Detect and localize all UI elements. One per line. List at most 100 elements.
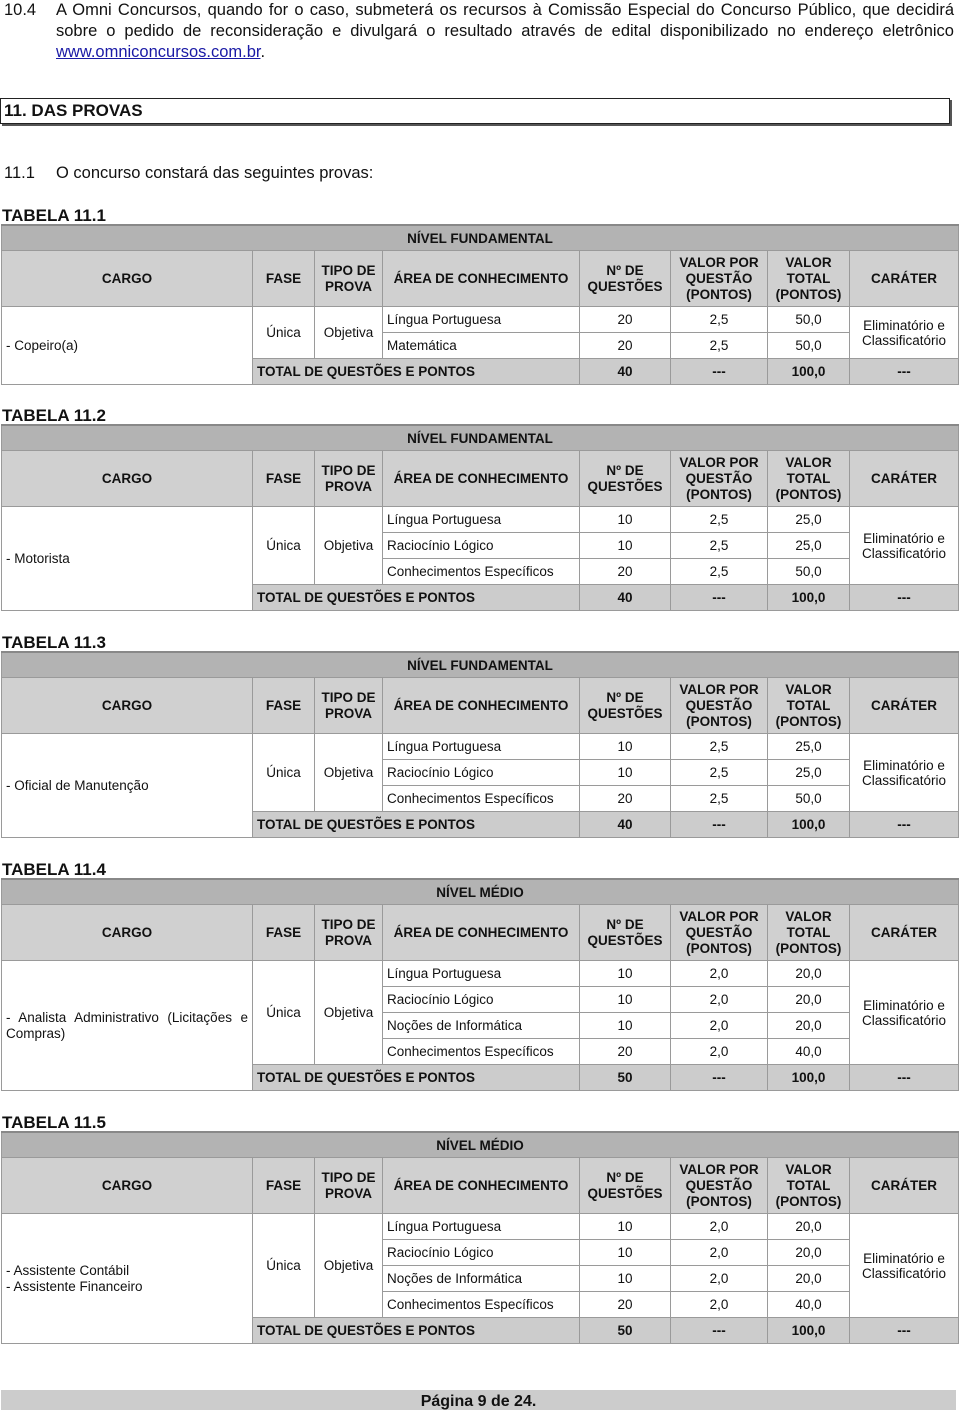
header-carater: CARÁTER (848, 904, 960, 961)
num-questoes-cell: 10 (579, 986, 671, 1013)
carater-cell: Eliminatório e Classificatório (849, 733, 959, 812)
valor-por-questao-cell: 2,5 (670, 558, 768, 585)
area-cell: Língua Portuguesa (382, 506, 580, 533)
table-title: TABELA 11.1 (2, 206, 106, 225)
valor-total-cell: 20,0 (767, 960, 850, 987)
paragraph-text: A Omni Concursos, quando for o caso, sub… (56, 0, 954, 63)
valor-total-cell: 25,0 (767, 506, 850, 533)
cargo-name: - Oficial de Manutenção (6, 777, 149, 793)
num-questoes-cell: 20 (579, 1291, 671, 1318)
page-footer: Página 9 de 24. (1, 1390, 956, 1410)
tipo-prova-cell: Objetiva (314, 1213, 383, 1318)
area-cell: Língua Portuguesa (382, 306, 580, 333)
cargo-name: - Analista Administrativo (Licitações e … (6, 1009, 248, 1041)
total-num-questoes: 40 (579, 584, 671, 611)
section-heading-das-provas: 11. DAS PROVAS (0, 98, 950, 124)
fase-cell: Única (252, 506, 315, 585)
cargo-cell: - Oficial de Manutenção (1, 733, 253, 838)
exam-table: NÍVEL FUNDAMENTAL CARGO FASE TIPO DE PROVA Á… (1, 424, 959, 611)
total-valor-total: 100,0 (767, 1064, 850, 1091)
level-label: NÍVEL FUNDAMENTAL (1, 424, 959, 451)
table-row: - Analista Administrativo (Licitações e … (1, 960, 960, 1091)
level-row: NÍVEL FUNDAMENTAL (1, 224, 959, 251)
valor-por-questao-cell: 2,0 (670, 1012, 768, 1039)
total-label: TOTAL DE QUESTÕES E PONTOS (252, 811, 580, 838)
header-cargo: CARGO (1, 1157, 253, 1214)
valor-total-cell: 50,0 (767, 332, 850, 359)
total-valor-total: 100,0 (767, 584, 850, 611)
num-questoes-cell: 20 (579, 785, 671, 812)
area-cell: Raciocínio Lógico (382, 986, 580, 1013)
total-valor-por-questao: --- (670, 358, 768, 385)
paragraph-number: 10.4 (4, 1, 37, 19)
area-cell: Matemática (382, 332, 580, 359)
page-number: Página 9 de 24. (420, 1393, 537, 1410)
num-questoes-cell: 20 (579, 306, 671, 333)
table-title: TABELA 11.4 (2, 860, 106, 879)
header-carater: CARÁTER (849, 250, 959, 307)
header-carater: CARÁTER (849, 677, 959, 734)
valor-por-questao-cell: 2,0 (670, 960, 768, 987)
header-tipo-de-prova: TIPO DE PROVA (314, 677, 383, 734)
total-valor-total: 100,0 (767, 811, 850, 838)
header-num-questoes: Nº DE QUESTÕES (579, 250, 671, 307)
valor-por-questao-cell: 2,5 (670, 733, 768, 760)
total-num-questoes: 50 (579, 1317, 671, 1344)
total-num-questoes: 40 (579, 358, 671, 385)
fase-cell: Única (252, 306, 315, 359)
header-tipo-de-prova: TIPO DE PROVA (314, 450, 383, 507)
header-valor-total: VALOR TOTAL (PONTOS) (767, 450, 850, 507)
table-title: TABELA 11.5 (2, 1113, 106, 1132)
tipo-prova-cell: Objetiva (314, 733, 383, 812)
omni-website-link[interactable]: www.omniconcursos.com.br (56, 43, 261, 61)
area-cell: Conhecimentos Específicos (382, 1291, 580, 1318)
valor-total-cell: 20,0 (767, 1213, 850, 1240)
area-cell: Raciocínio Lógico (382, 1239, 580, 1266)
header-fase: FASE (252, 450, 315, 507)
intro-number: 11.1 (4, 164, 35, 182)
valor-por-questao-cell: 2,0 (670, 1239, 768, 1266)
header-cargo: CARGO (1, 250, 253, 307)
header-row: CARGO FASE TIPO DE PROVA ÁREA DE CONHECIMEN… (1, 450, 959, 507)
valor-total-cell: 25,0 (767, 532, 850, 559)
header-row: CARGO FASE TIPO DE PROVA ÁREA DE CONHECIMEN… (1, 250, 959, 307)
valor-por-questao-cell: 2,5 (670, 306, 768, 333)
exam-table: NÍVEL FUNDAMENTAL CARGO FASE TIPO DE PROVA Á… (1, 224, 959, 385)
valor-por-questao-cell: 2,5 (670, 532, 768, 559)
header-cargo: CARGO (1, 904, 253, 961)
total-carater: --- (849, 811, 959, 838)
valor-total-cell: 40,0 (767, 1038, 850, 1065)
area-cell: Raciocínio Lógico (382, 532, 580, 559)
table-row: - Motorista Única Objetiva Língua Portugues… (1, 506, 959, 611)
num-questoes-cell: 10 (579, 1012, 671, 1039)
num-questoes-cell: 10 (579, 759, 671, 786)
total-num-questoes: 40 (579, 811, 671, 838)
area-cell: Noções de Informática (382, 1012, 580, 1039)
level-row: NÍVEL MÉDIO (0, 1131, 960, 1158)
total-valor-por-questao: --- (670, 1317, 768, 1344)
header-valor-por-questao: VALOR POR QUESTÃO (PONTOS) (670, 677, 768, 734)
intro-text: O concurso constará das seguintes provas… (56, 164, 374, 182)
header-num-questoes: Nº DE QUESTÕES (579, 677, 671, 734)
table-row: - Assistente Contábil - Assistente Financ… (1, 1213, 960, 1344)
header-fase: FASE (252, 904, 315, 961)
header-area-de-conhecimento: ÁREA DE CONHECIMENTO (382, 450, 580, 507)
paragraph-10-4: 10.4 A Omni Concursos, quando for o caso… (4, 0, 954, 63)
header-num-questoes: Nº DE QUESTÕES (579, 1157, 671, 1214)
header-tipo-de-prova: TIPO DE PROVA (314, 250, 383, 307)
area-cell: Conhecimentos Específicos (382, 785, 580, 812)
num-questoes-cell: 10 (579, 506, 671, 533)
table-title: TABELA 11.2 (2, 406, 106, 425)
valor-por-questao-cell: 2,5 (670, 332, 768, 359)
cargo-cell: - Motorista (1, 506, 253, 611)
num-questoes-cell: 10 (579, 1213, 671, 1240)
header-valor-total: VALOR TOTAL (PONTOS) (767, 1157, 850, 1214)
total-label: TOTAL DE QUESTÕES E PONTOS (252, 358, 580, 385)
cargo-name: - Assistente Financeiro (6, 1278, 143, 1294)
fase-cell: Única (252, 733, 315, 812)
carater-cell: Eliminatório e Classificatório (849, 306, 959, 359)
area-cell: Conhecimentos Específicos (382, 558, 580, 585)
header-valor-por-questao: VALOR POR QUESTÃO (PONTOS) (670, 904, 768, 961)
header-carater: CARÁTER (848, 1157, 960, 1214)
num-questoes-cell: 10 (579, 960, 671, 987)
